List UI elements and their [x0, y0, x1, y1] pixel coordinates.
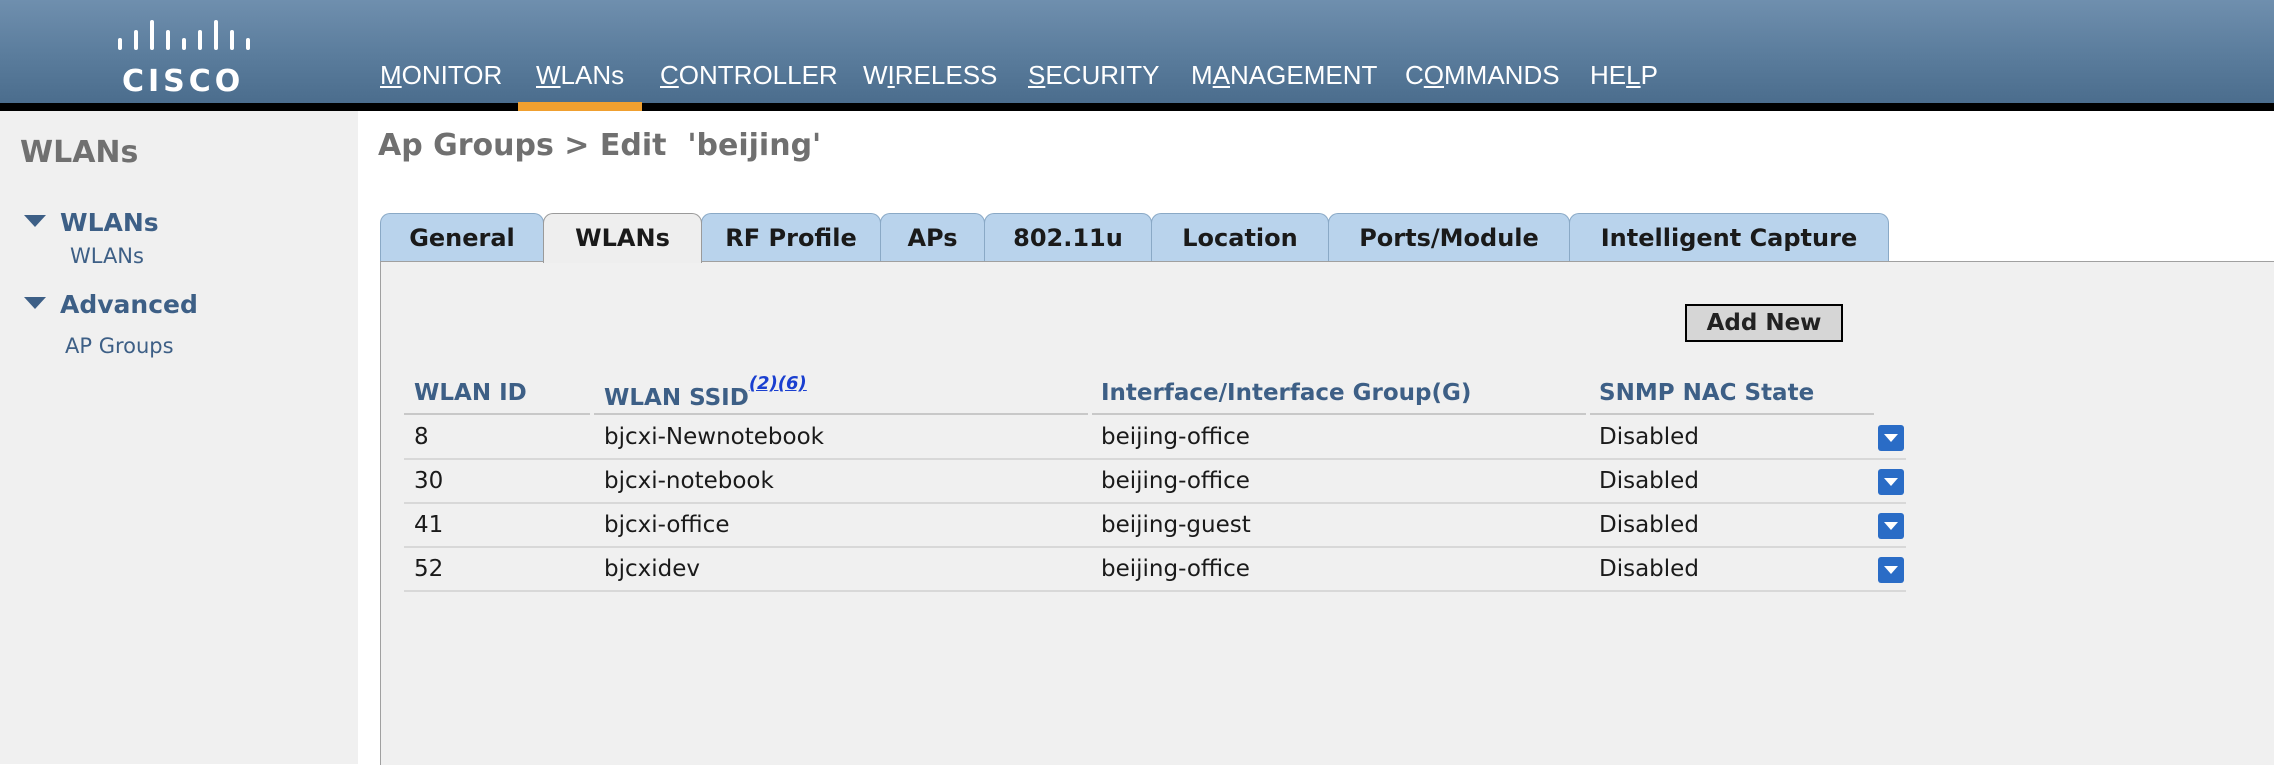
sidebar: WLANs WLANs WLANs Advanced AP Groups: [0, 111, 358, 764]
row-menu-dropdown-icon[interactable]: [1878, 425, 1904, 451]
row-divider: [404, 502, 1906, 504]
nav-monitor[interactable]: MONITOR: [380, 60, 502, 100]
sidebar-item-ap-groups[interactable]: AP Groups: [65, 334, 174, 358]
cell-snmp-nac-state: Disabled: [1599, 556, 1699, 582]
row-divider: [404, 546, 1906, 548]
nav-wlans[interactable]: WLANs: [536, 60, 624, 100]
cell-interface: beijing-office: [1101, 556, 1250, 582]
header-underline: [404, 413, 590, 415]
nav-commands[interactable]: COMMANDS: [1405, 60, 1560, 100]
cell-snmp-nac-state: Disabled: [1599, 424, 1699, 450]
tab-wlans[interactable]: WLANs: [543, 213, 702, 263]
cell-snmp-nac-state: Disabled: [1599, 512, 1699, 538]
cell-wlan-ssid: bjcxi-Newnotebook: [604, 424, 824, 450]
cisco-logo: CISCO: [108, 16, 258, 99]
tab-general[interactable]: General: [380, 213, 544, 261]
sidebar-section-advanced[interactable]: Advanced: [24, 290, 198, 319]
cell-interface: beijing-office: [1101, 468, 1250, 494]
cell-wlan-id: 8: [414, 424, 429, 450]
tab-ports-module[interactable]: Ports/Module: [1328, 213, 1570, 261]
row-divider: [404, 458, 1906, 460]
cell-wlan-ssid: bjcxi-office: [604, 512, 730, 538]
column-header-wlan-ssid: WLAN SSID(2)(6): [604, 373, 807, 411]
row-menu-dropdown-icon[interactable]: [1878, 469, 1904, 495]
cell-interface: beijing-office: [1101, 424, 1250, 450]
cell-interface: beijing-guest: [1101, 512, 1251, 538]
sidebar-title: WLANs: [20, 135, 139, 170]
nav-management[interactable]: MANAGEMENT: [1191, 60, 1377, 100]
ssid-footnote-link[interactable]: (2)(6): [749, 373, 807, 394]
nav-wireless[interactable]: WIRELESS: [863, 60, 997, 100]
tab-location[interactable]: Location: [1151, 213, 1329, 261]
header-underline: [594, 413, 1088, 415]
cell-wlan-ssid: bjcxi-notebook: [604, 468, 774, 494]
cisco-bars-icon: [118, 20, 250, 50]
expand-triangle-icon: [24, 215, 46, 227]
nav-security[interactable]: SECURITY: [1028, 60, 1159, 100]
expand-triangle-icon: [24, 297, 46, 309]
column-header-wlan-id: WLAN ID: [414, 380, 527, 406]
row-divider: [404, 590, 1906, 592]
cell-wlan-id: 41: [414, 512, 444, 538]
sidebar-item-wlans[interactable]: WLANs: [70, 244, 144, 268]
tab-intelligent-capture[interactable]: Intelligent Capture: [1569, 213, 1889, 261]
column-header-snmp-nac-state: SNMP NAC State: [1599, 380, 1815, 406]
cell-wlan-id: 30: [414, 468, 444, 494]
nav-help[interactable]: HELP: [1590, 60, 1658, 100]
brand-name: CISCO: [122, 64, 245, 99]
cell-snmp-nac-state: Disabled: [1599, 468, 1699, 494]
tab-rf-profile[interactable]: RF Profile: [701, 213, 881, 261]
tab-80211u[interactable]: 802.11u: [984, 213, 1152, 261]
add-new-button[interactable]: Add New: [1685, 304, 1843, 342]
cell-wlan-ssid: bjcxidev: [604, 556, 700, 582]
top-nav-divider: [0, 103, 2274, 111]
header-underline: [1590, 413, 1874, 415]
header-underline: [1092, 413, 1586, 415]
row-menu-dropdown-icon[interactable]: [1878, 513, 1904, 539]
page-title: Ap Groups > Edit 'beijing': [378, 128, 822, 163]
column-header-interface: Interface/Interface Group(G): [1101, 380, 1472, 406]
nav-controller[interactable]: CONTROLLER: [660, 60, 838, 100]
row-menu-dropdown-icon[interactable]: [1878, 557, 1904, 583]
nav-active-indicator: [518, 102, 642, 111]
cell-wlan-id: 52: [414, 556, 444, 582]
tab-aps[interactable]: APs: [880, 213, 985, 261]
sidebar-section-wlans[interactable]: WLANs: [24, 208, 159, 237]
